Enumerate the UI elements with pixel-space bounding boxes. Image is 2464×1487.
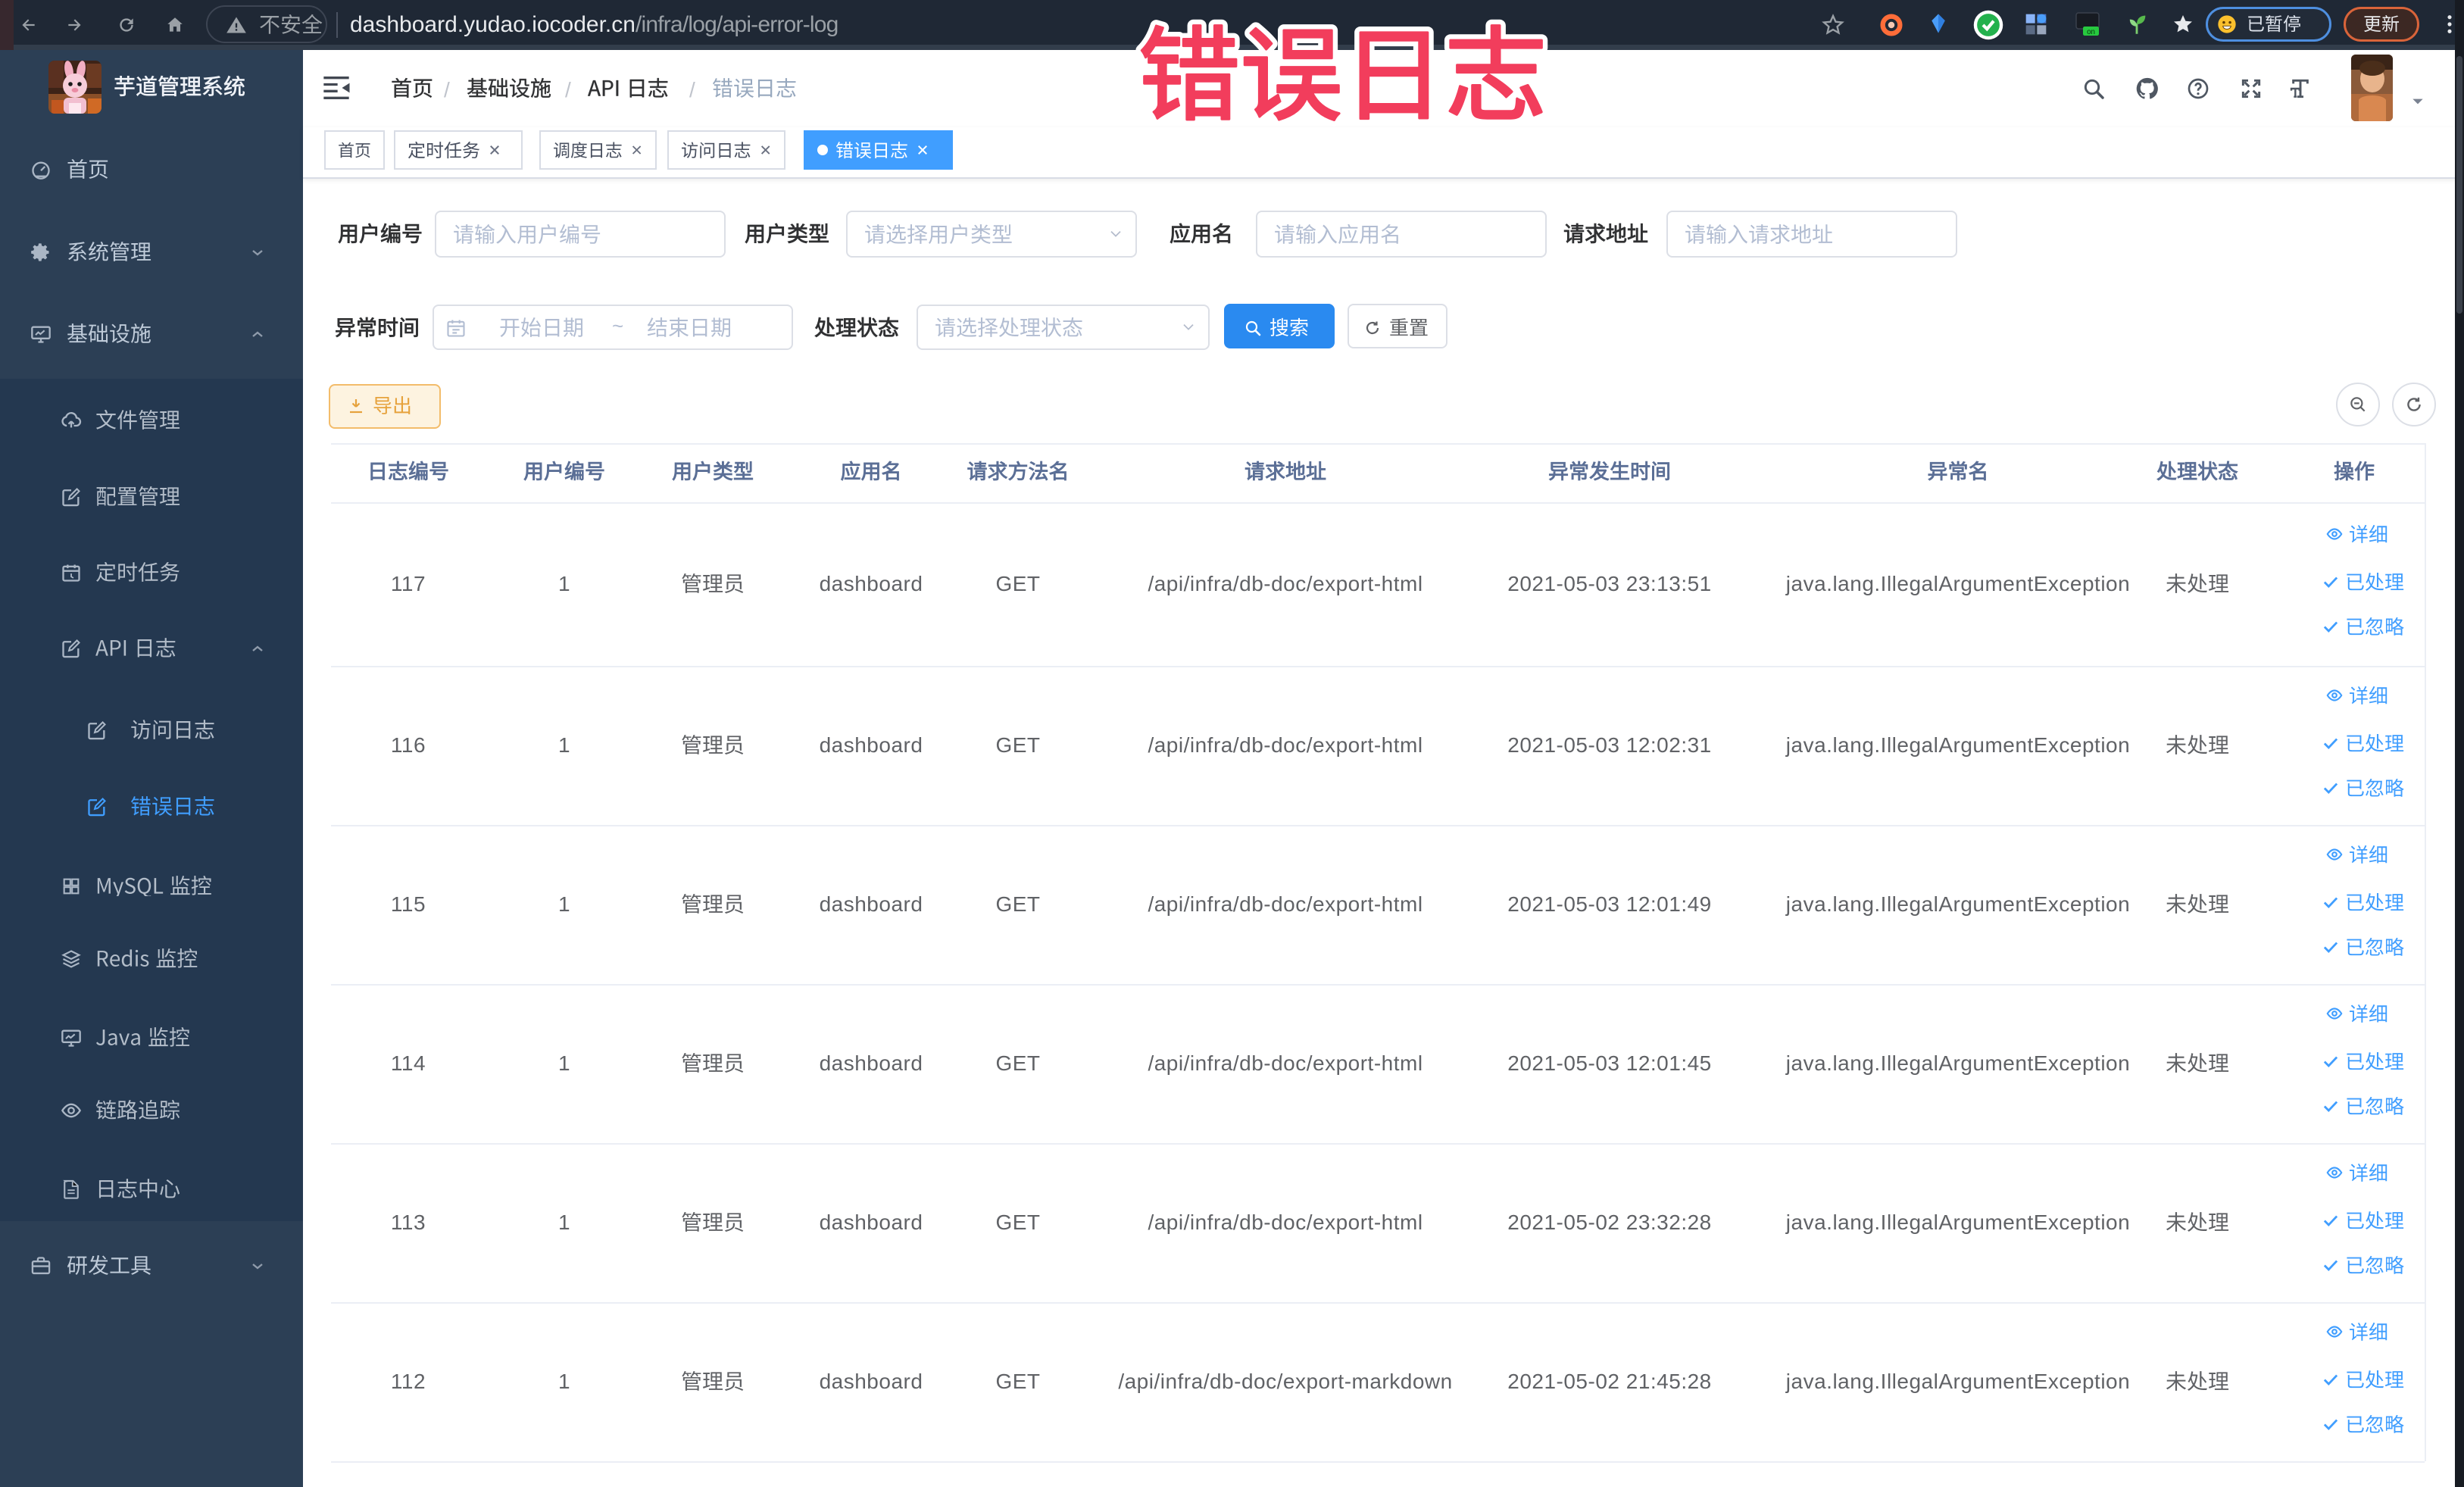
svg-text:on: on — [2087, 28, 2095, 36]
